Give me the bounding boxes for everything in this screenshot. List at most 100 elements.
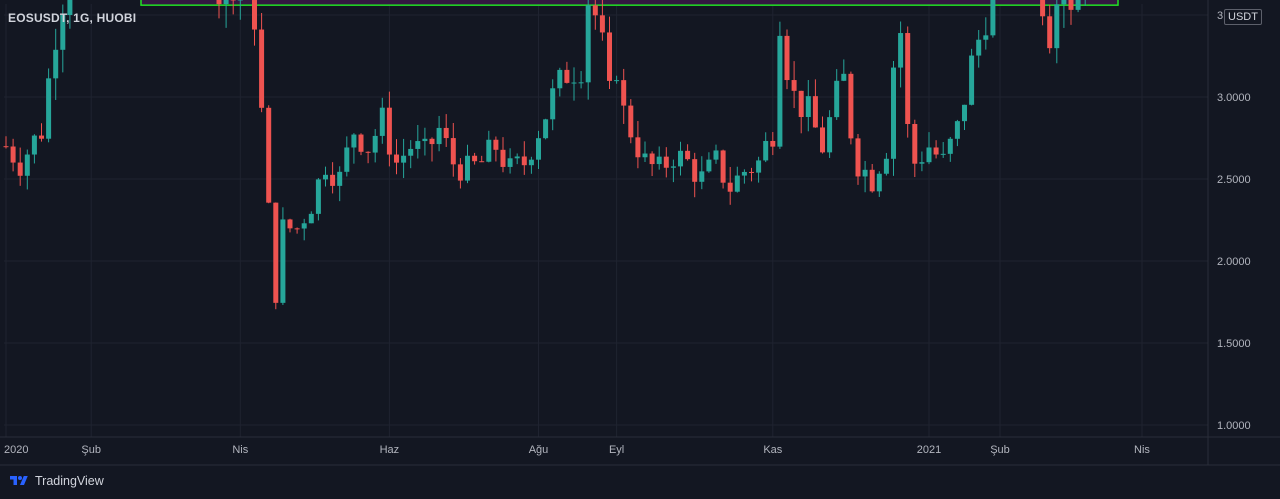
candle-body <box>805 96 811 118</box>
candle-body <box>976 39 982 56</box>
candle <box>905 26 911 138</box>
x-tick-label: Şub <box>990 444 1010 456</box>
brand[interactable]: TradingView <box>8 474 104 488</box>
candle-body <box>457 164 463 181</box>
candle-body <box>933 147 939 155</box>
candle-body <box>812 96 818 128</box>
candle-body <box>571 82 577 84</box>
candle-body <box>31 135 37 155</box>
candle-body <box>869 169 875 192</box>
candle <box>273 202 279 310</box>
candle-body <box>450 138 456 165</box>
candle-body <box>252 0 257 30</box>
candle-body <box>912 124 918 164</box>
candle-body <box>500 149 506 167</box>
x-tick-label: Nis <box>1134 444 1150 456</box>
candle-body <box>521 156 527 166</box>
candle <box>46 68 52 143</box>
candle-body <box>876 173 882 192</box>
candle-body <box>777 35 783 147</box>
chart-background <box>0 0 1280 499</box>
candle-body <box>649 153 655 165</box>
candle-body <box>337 171 343 186</box>
candle-body <box>315 179 321 214</box>
candle-body <box>351 134 357 148</box>
candle-body <box>834 80 840 118</box>
x-tick-label: Nis <box>232 444 248 456</box>
y-tick-label: 3.0000 <box>1217 92 1251 104</box>
candle-body <box>855 138 861 177</box>
candle-body <box>24 154 30 176</box>
candle-body <box>39 135 44 139</box>
candle-body <box>415 141 421 149</box>
x-tick-label: Eyl <box>609 444 624 456</box>
x-tick-label: 2021 <box>917 444 941 456</box>
candle-body <box>280 219 286 303</box>
candle-body <box>798 90 804 118</box>
candle-body <box>692 159 698 182</box>
candle-body <box>479 161 485 163</box>
candle-body <box>592 5 598 16</box>
candle-body <box>358 134 364 152</box>
candle-body <box>1040 0 1046 17</box>
candle-body <box>465 155 470 181</box>
candle-body <box>216 0 222 5</box>
candle-body <box>365 151 371 153</box>
candle-body <box>749 171 754 173</box>
candle-body <box>599 15 605 33</box>
candle-body <box>585 5 591 83</box>
candle-body <box>46 78 52 139</box>
candle-body <box>1068 0 1074 10</box>
candle-body <box>1054 4 1060 49</box>
candle-body <box>898 33 904 68</box>
candle-body <box>954 121 960 139</box>
brand-name: TradingView <box>35 474 104 488</box>
candle <box>990 0 996 38</box>
candle-body <box>1075 0 1081 10</box>
x-tick-label: 2020 <box>4 444 28 456</box>
candle-body <box>557 69 563 89</box>
price-chart[interactable]: 1.00001.50002.00002.50003.00003.50004.00… <box>0 0 1280 499</box>
candle-body <box>969 55 975 105</box>
candle-body <box>791 80 797 91</box>
candle-body <box>891 67 896 159</box>
candle-body <box>983 35 989 40</box>
candle-body <box>621 80 627 106</box>
candle-body <box>919 162 925 164</box>
candle-body <box>10 146 16 163</box>
candle-body <box>308 213 314 224</box>
candle-body <box>741 171 747 176</box>
candle <box>266 105 272 204</box>
candle-body <box>301 223 307 229</box>
y-tick-label: 1.5000 <box>1217 338 1251 350</box>
candle-body <box>223 0 229 5</box>
candle-body <box>543 119 549 139</box>
candle-body <box>323 174 328 180</box>
candle <box>891 61 896 176</box>
candle-body <box>401 155 407 163</box>
candle-body <box>550 88 556 120</box>
candle-body <box>266 107 272 203</box>
tradingview-logo-icon <box>10 476 28 485</box>
candle-body <box>699 171 705 182</box>
currency-badge[interactable]: USDT <box>1224 9 1262 25</box>
candle-body <box>848 73 854 139</box>
y-tick-label: 2.0000 <box>1217 256 1251 268</box>
candle-body <box>947 138 953 154</box>
candle-body <box>259 29 265 108</box>
candle-body <box>372 135 378 153</box>
support-zone[interactable] <box>140 0 1119 6</box>
symbol-title[interactable]: EOSUSDT, 1G, HUOBI <box>8 11 136 25</box>
candle-body <box>394 154 399 163</box>
candle-body <box>663 156 669 168</box>
candle <box>543 118 549 140</box>
candle-body <box>841 73 847 81</box>
candle-body <box>862 169 868 177</box>
candle-body <box>443 127 449 139</box>
candle-body <box>926 147 932 163</box>
candle-body <box>784 35 790 81</box>
candle-body <box>429 138 435 145</box>
candle-body <box>472 155 478 162</box>
candle-body <box>294 228 300 230</box>
support-zone-rect[interactable] <box>140 0 1119 6</box>
